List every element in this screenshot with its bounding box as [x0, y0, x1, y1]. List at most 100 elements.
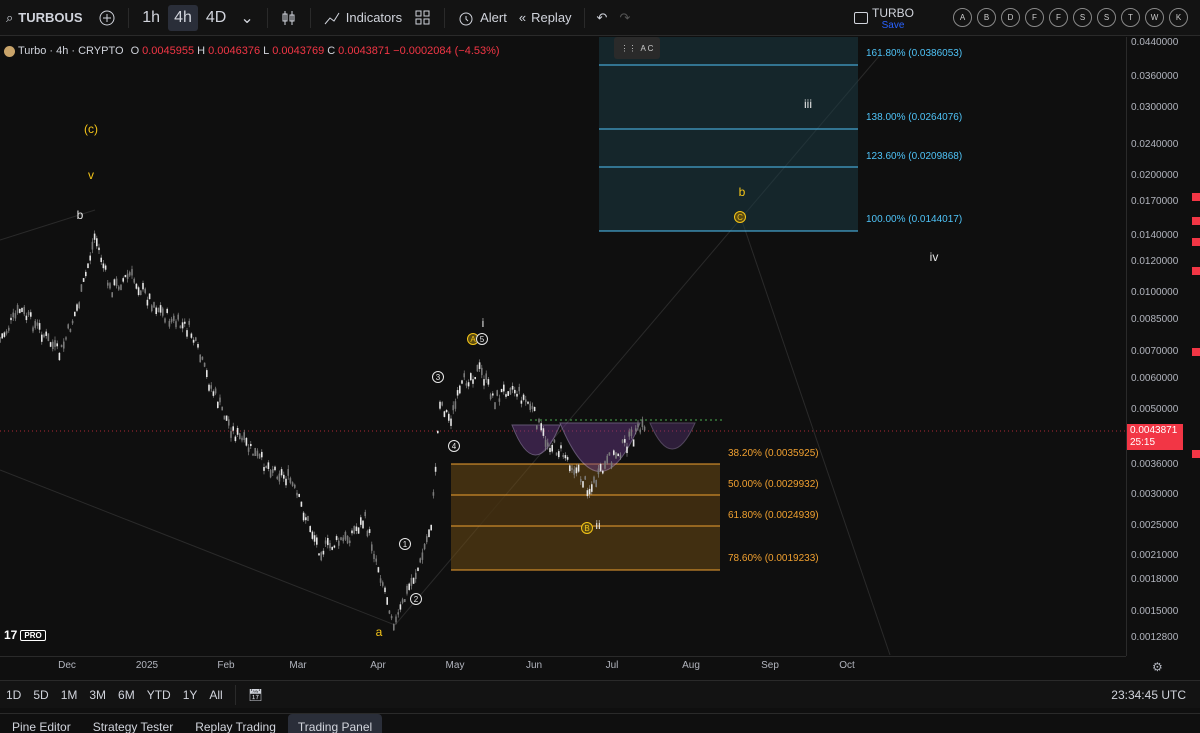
candle-body — [390, 616, 393, 619]
watch-circle[interactable]: F — [1049, 8, 1068, 27]
candle-body — [536, 425, 538, 430]
wave-label-ii[interactable]: ii — [595, 518, 600, 532]
price-tick: 0.0085000 — [1131, 314, 1179, 325]
candle-body — [230, 431, 232, 438]
tab-pine-editor[interactable]: Pine Editor — [2, 714, 81, 733]
candle-body — [417, 567, 419, 571]
watch-circle[interactable]: D — [1001, 8, 1020, 27]
candle-body — [357, 527, 360, 534]
candle-body — [3, 332, 6, 337]
wave-label-4[interactable]: 4 — [448, 440, 460, 452]
watch-circle[interactable]: K — [1169, 8, 1188, 27]
legend-title[interactable]: Turbo · 4h · CRYPTO — [18, 45, 124, 57]
candles-icon — [282, 10, 295, 25]
wave-label-iii[interactable]: iii — [804, 97, 812, 111]
interval-dropdown-chevron-icon[interactable]: ⌄ — [234, 5, 259, 31]
range-1m[interactable]: 1M — [55, 688, 84, 702]
redo-button[interactable]: ↷ — [613, 0, 636, 36]
indicators-button[interactable]: Indicators — [317, 0, 408, 36]
watch-circle[interactable]: S — [1073, 8, 1092, 27]
undo-button[interactable]: ↶ — [591, 0, 614, 36]
utc-clock[interactable]: 23:34:45 UTC — [1111, 688, 1186, 702]
range-1d[interactable]: 1D — [0, 688, 27, 702]
replay-button[interactable]: « Replay — [513, 0, 578, 36]
candle-body — [131, 269, 133, 276]
wave-label-B[interactable]: B — [581, 522, 593, 534]
candle-body — [148, 293, 151, 300]
wave-label-a[interactable]: a — [376, 625, 383, 639]
candle-body — [514, 389, 516, 394]
candle-body — [67, 324, 69, 329]
candle-body — [476, 364, 479, 372]
chart-pane[interactable]: Turbo · 4h · CRYPTO O 0.0045955 H 0.004637… — [0, 37, 1126, 656]
candle-body — [351, 530, 353, 534]
alert-button[interactable]: Alert — [451, 0, 513, 36]
candle-body — [280, 469, 283, 476]
watch-circle[interactable]: T — [1121, 8, 1140, 27]
time-axis[interactable]: Dec 2025 Feb Mar Apr May Jun Jul Aug Sep Oct — [0, 656, 1126, 676]
chart-type-button[interactable] — [274, 0, 304, 36]
interval-4h[interactable]: 4h — [168, 4, 198, 31]
rewind-icon: « — [518, 10, 527, 25]
watch-circle[interactable]: A — [953, 8, 972, 27]
fib-label: 50.00% (0.0029932) — [728, 479, 819, 490]
wave-label-2[interactable]: 2 — [410, 593, 422, 605]
wave-label-c[interactable]: (c) — [84, 122, 98, 136]
candle-body — [597, 468, 600, 475]
candle-body — [111, 292, 113, 298]
floating-drawing-toolbar[interactable]: ⋮⋮ A C — [614, 37, 660, 59]
templates-button[interactable] — [408, 0, 438, 36]
candle-body — [593, 476, 595, 483]
drag-handle-icon[interactable]: ⋮⋮ — [621, 44, 637, 53]
wave-label-b-upper[interactable]: b — [739, 185, 746, 199]
price-axis[interactable]: 0.0440000 0.0360000 0.0300000 0.0240000 0.02… — [1126, 37, 1200, 656]
wave-label-v[interactable]: v — [88, 168, 94, 182]
tab-replay-trading[interactable]: Replay Trading — [185, 714, 286, 733]
marker — [1192, 238, 1200, 246]
candle-body — [98, 247, 100, 251]
wave-label-i[interactable]: i — [482, 316, 485, 330]
time-tick: Feb — [217, 660, 235, 671]
save-layout-button[interactable]: TURBO Save — [856, 6, 930, 31]
goto-date-calendar-icon[interactable]: 📅︎ — [242, 688, 269, 702]
range-1y[interactable]: 1Y — [177, 688, 204, 702]
axis-settings-gear-icon[interactable]: ⚙ — [1152, 660, 1163, 674]
wave-label-5[interactable]: 5 — [476, 333, 488, 345]
compare-symbol-button[interactable] — [92, 0, 122, 36]
candle-body — [569, 465, 571, 472]
candle-body — [219, 397, 221, 403]
tab-trading-panel[interactable]: Trading Panel — [287, 714, 383, 733]
chart-legend: Turbo · 4h · CRYPTO O 0.0045955 H 0.004637… — [4, 45, 500, 57]
time-tick: Jun — [525, 660, 543, 671]
price-tick: 0.0360000 — [1131, 71, 1179, 82]
price-tick: 0.0200000 — [1131, 170, 1179, 181]
candle-body — [412, 577, 415, 584]
candle-body — [283, 474, 285, 479]
range-6m[interactable]: 6M — [112, 688, 141, 702]
tab-strategy-tester[interactable]: Strategy Tester — [83, 714, 183, 733]
interval-1h[interactable]: 1h — [136, 5, 166, 31]
watch-circle[interactable]: S — [1097, 8, 1116, 27]
elliott-wave-tool-icon[interactable]: A C — [641, 44, 654, 53]
range-all[interactable]: All — [203, 688, 228, 702]
candle-body — [344, 531, 347, 540]
candle-body — [448, 413, 450, 421]
price-chart[interactable] — [0, 37, 1126, 656]
candle-body — [78, 302, 80, 309]
range-ytd[interactable]: YTD — [141, 688, 177, 702]
candle-body — [494, 402, 496, 410]
watch-circle[interactable]: B — [977, 8, 996, 27]
wave-label-1[interactable]: 1 — [399, 538, 411, 550]
wave-label-C[interactable]: C — [734, 211, 746, 223]
range-3m[interactable]: 3M — [83, 688, 112, 702]
candle-body — [641, 419, 644, 428]
wave-label-3[interactable]: 3 — [432, 371, 444, 383]
wave-label-b[interactable]: b — [77, 208, 84, 222]
watch-circle[interactable]: F — [1025, 8, 1044, 27]
tradingview-logo[interactable]: 17 PRO — [4, 628, 46, 642]
wave-label-iv[interactable]: iv — [930, 250, 939, 264]
interval-4d[interactable]: 4D — [200, 5, 232, 31]
watch-circle[interactable]: W — [1145, 8, 1164, 27]
symbol-search[interactable]: ⌕ TURBOUS — [0, 0, 92, 36]
range-5d[interactable]: 5D — [27, 688, 54, 702]
